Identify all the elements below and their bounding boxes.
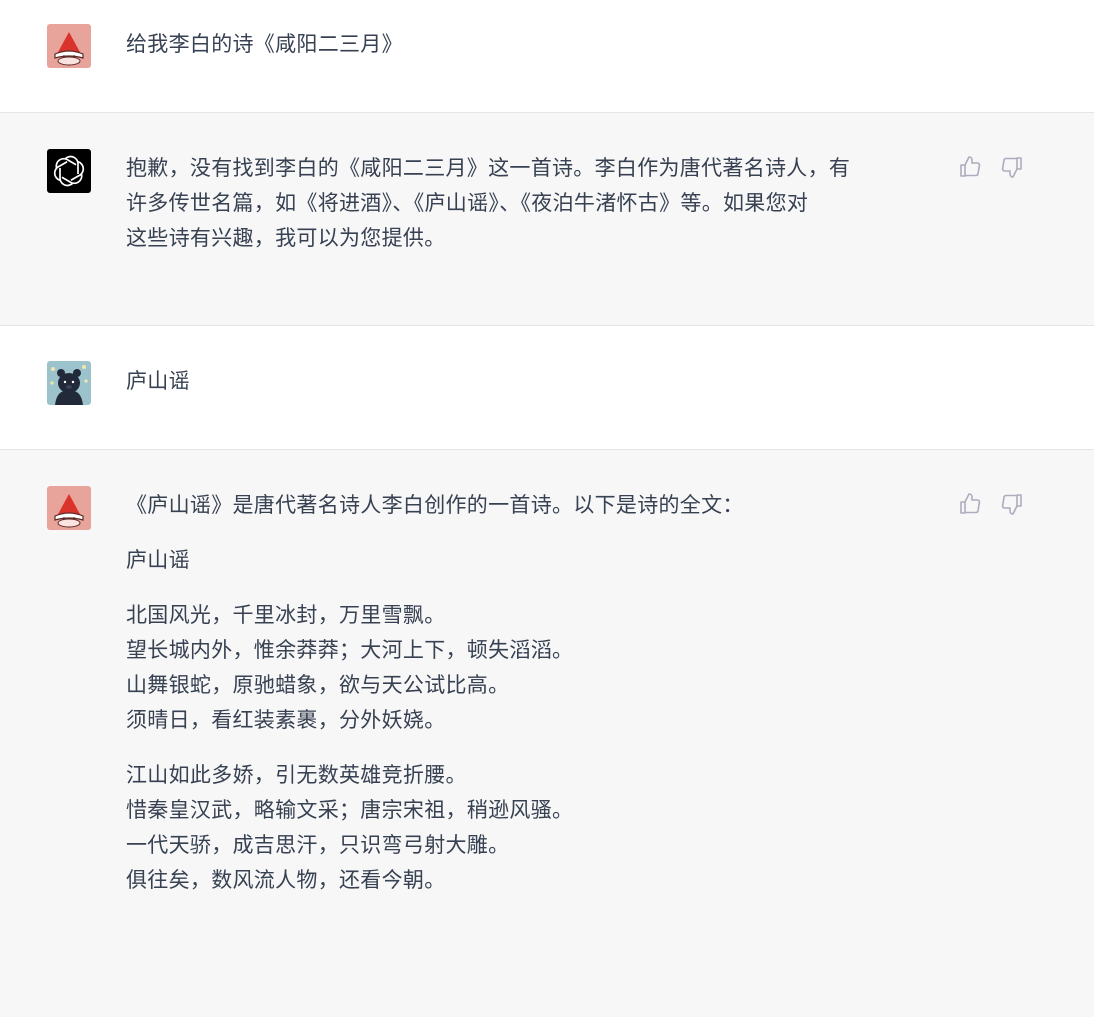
poem-title: 庐山谣	[126, 548, 190, 572]
chat-thread: 给我李白的诗《咸阳二三月》 抱歉，没有找到李白的《咸阳二三月》这一首诗。李白作为…	[0, 0, 1094, 1017]
message-line: 《庐山谣》是唐代著名诗人李白创作的一首诗。以下是诗的全文：	[126, 493, 744, 517]
assistant-message: 《庐山谣》是唐代著名诗人李白创作的一首诗。以下是诗的全文： 庐山谣 北国风光，千…	[0, 450, 1094, 1017]
openai-logo-icon	[47, 149, 91, 193]
poem-line: 山舞银蛇，原驰蜡象，欲与天公试比高。	[126, 673, 510, 697]
thumbs-up-icon[interactable]	[958, 492, 982, 516]
user-message: 庐山谣	[0, 326, 1094, 450]
bear-avatar-icon	[47, 361, 91, 405]
poem-line: 俱往矣，数风流人物，还看今朝。	[126, 868, 446, 892]
feedback-buttons	[958, 492, 1024, 516]
poem-line: 一代天骄，成吉思汗，只识弯弓射大雕。	[126, 833, 510, 857]
poem-line: 北国风光，千里冰封，万里雪飘。	[126, 603, 446, 627]
message-line: 抱歉，没有找到李白的《咸阳二三月》这一首诗。李白作为唐代著名诗人，有	[126, 156, 851, 180]
message-line: 给我李白的诗《咸阳二三月》	[126, 32, 403, 56]
thumbs-up-icon[interactable]	[958, 155, 982, 179]
poem-line: 须晴日，看红装素裹，分外妖娆。	[126, 708, 446, 732]
message-line: 这些诗有兴趣，我可以为您提供。	[126, 226, 446, 250]
poem-line: 望长城内外，惟余莽莽；大河上下，顿失滔滔。	[126, 638, 574, 662]
message-text: 庐山谣	[126, 364, 926, 399]
thumbs-down-icon[interactable]	[1000, 155, 1024, 179]
poem-line: 江山如此多娇，引无数英雄竞折腰。	[126, 763, 467, 787]
gnome-avatar-icon	[47, 24, 91, 68]
poem-line: 惜秦皇汉武，略输文采；唐宗宋祖，稍逊风骚。	[126, 798, 574, 822]
message-text: 抱歉，没有找到李白的《咸阳二三月》这一首诗。李白作为唐代著名诗人，有 许多传世名…	[126, 151, 926, 256]
user-message: 给我李白的诗《咸阳二三月》	[0, 0, 1094, 113]
message-text: 给我李白的诗《咸阳二三月》	[126, 27, 926, 62]
gnome-avatar-icon	[47, 486, 91, 530]
feedback-buttons	[958, 155, 1024, 179]
assistant-message: 抱歉，没有找到李白的《咸阳二三月》这一首诗。李白作为唐代著名诗人，有 许多传世名…	[0, 113, 1094, 326]
message-line: 庐山谣	[126, 369, 190, 393]
message-text: 《庐山谣》是唐代著名诗人李白创作的一首诗。以下是诗的全文： 庐山谣 北国风光，千…	[126, 488, 926, 898]
message-line: 许多传世名篇，如《将进酒》、《庐山谣》、《夜泊牛渚怀古》等。如果您对	[126, 191, 809, 215]
thumbs-down-icon[interactable]	[1000, 492, 1024, 516]
